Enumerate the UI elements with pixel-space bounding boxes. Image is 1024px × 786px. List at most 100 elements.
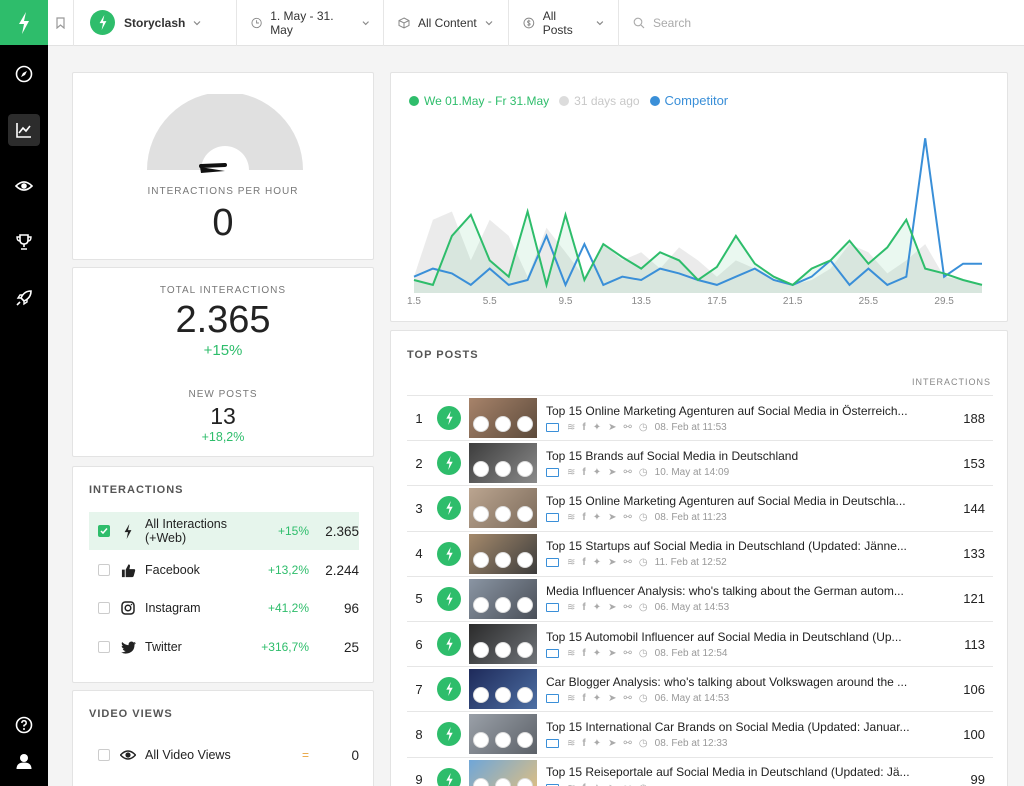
clock-icon: ◷: [638, 557, 648, 569]
analytics-icon[interactable]: [8, 114, 40, 146]
post-title[interactable]: Top 15 Brands auf Social Media in Deutsc…: [546, 449, 916, 463]
bolt-badge-icon: [437, 496, 461, 521]
rss-icon: ≋: [567, 602, 576, 614]
interaction-name: Instagram: [145, 601, 201, 615]
top-post-row[interactable]: 3 Top 15 Online Marketing Agenturen auf S…: [407, 485, 993, 530]
post-title[interactable]: Media Influencer Analysis: who's talking…: [546, 584, 916, 598]
post-title[interactable]: Top 15 Reiseportale auf Social Media in …: [546, 765, 916, 779]
clock-icon: ◷: [638, 466, 648, 478]
interactions-title: INTERACTIONS: [89, 484, 184, 496]
clock-icon: [251, 17, 262, 28]
search-input[interactable]: Search: [619, 0, 1024, 46]
interaction-value: 2.244: [325, 562, 359, 578]
rss-icon: ≋: [567, 421, 576, 433]
post-thumbnail[interactable]: [469, 759, 537, 786]
interaction-row-instagram[interactable]: Instagram +41,2% 96: [89, 589, 359, 627]
post-rank: 4: [415, 546, 423, 562]
x-tick-label: 25.5: [859, 296, 879, 307]
top-post-row[interactable]: 9 Top 15 Reiseportale auf Social Media in…: [407, 756, 993, 786]
send-icon: ➤: [608, 737, 617, 749]
help-icon[interactable]: [8, 709, 40, 741]
top-post-row[interactable]: 6 Top 15 Automobil Influencer auf Social …: [407, 621, 993, 666]
brand-selector[interactable]: Storyclash: [74, 0, 237, 46]
interaction-name: All Interactions (+Web): [145, 517, 227, 545]
post-thumbnail[interactable]: [469, 488, 537, 529]
interaction-value: 2.365: [325, 523, 359, 539]
post-title[interactable]: Top 15 Startups auf Social Media in Deut…: [546, 539, 916, 553]
top-post-row[interactable]: 2 Top 15 Brands auf Social Media in Deuts…: [407, 440, 993, 485]
post-thumbnail[interactable]: [469, 578, 537, 619]
storyclash-logo[interactable]: [0, 0, 48, 45]
post-thumbnail[interactable]: [469, 624, 537, 664]
video-row-all[interactable]: All Video Views = 0: [89, 736, 359, 774]
eye-icon[interactable]: [8, 170, 40, 202]
bookmark-icon[interactable]: [48, 0, 74, 46]
twitter-icon: ✦: [592, 511, 602, 523]
post-date: 10. May at 14:09: [654, 466, 730, 478]
link-icon: ⚯: [623, 602, 632, 614]
top-post-row[interactable]: 8 Top 15 International Car Brands on Soci…: [407, 711, 993, 756]
post-thumbnail[interactable]: [469, 443, 537, 484]
post-thumbnail[interactable]: [469, 398, 537, 438]
x-tick-label: 1.5: [407, 296, 421, 307]
video-value: 0: [351, 747, 359, 763]
chevron-down-icon: [362, 20, 369, 25]
post-title[interactable]: Top 15 International Car Brands on Socia…: [546, 720, 916, 734]
interaction-row-twitter[interactable]: Twitter +316,7% 25: [89, 628, 359, 666]
checkbox[interactable]: [98, 525, 110, 537]
twitter-icon: ✦: [592, 557, 602, 569]
post-type-icon: [546, 603, 559, 613]
post-meta: ≋ f ✦ ➤ ⚯ ◷ 08. Feb at 12:33: [546, 738, 916, 749]
interaction-row-all[interactable]: All Interactions (+Web) +15% 2.365: [89, 512, 359, 550]
gauge-label: INTERACTIONS PER HOUR: [147, 186, 299, 197]
facebook-icon: f: [582, 466, 586, 478]
send-icon: ➤: [608, 421, 617, 433]
post-meta: ≋ f ✦ ➤ ⚯ ◷ 11. Feb at 12:52: [546, 557, 916, 568]
post-thumbnail[interactable]: [469, 533, 537, 574]
facebook-icon: f: [582, 602, 586, 614]
post-rank: 8: [415, 726, 423, 742]
post-interactions: 188: [963, 410, 985, 426]
date-range-selector[interactable]: 1. May - 31. May: [237, 0, 384, 46]
rss-icon: ≋: [567, 557, 576, 569]
content-filter[interactable]: All Content: [384, 0, 509, 46]
facebook-icon: f: [582, 557, 586, 569]
new-posts-label: NEW POSTS: [188, 389, 258, 400]
posts-filter[interactable]: All Posts: [509, 0, 619, 46]
interaction-row-facebook[interactable]: Facebook +13,2% 2.244: [89, 551, 359, 589]
post-title[interactable]: Car Blogger Analysis: who's talking abou…: [546, 675, 916, 689]
interactions-card: INTERACTIONS All Interactions (+Web) +15…: [72, 466, 374, 683]
post-meta: ≋ f ✦ ➤ ⚯ ◷ 10. May at 14:09: [546, 467, 916, 478]
rocket-icon[interactable]: [8, 282, 40, 314]
top-post-row[interactable]: 1 Top 15 Online Marketing Agenturen auf S…: [407, 395, 993, 440]
chevron-down-icon: [193, 20, 201, 25]
post-title[interactable]: Top 15 Online Marketing Agenturen auf So…: [546, 404, 916, 418]
gauge: [147, 94, 303, 173]
top-post-row[interactable]: 4 Top 15 Startups auf Social Media in Deu…: [407, 530, 993, 576]
top-post-row[interactable]: 7 Car Blogger Analysis: who's talking abo…: [407, 666, 993, 711]
post-title[interactable]: Top 15 Automobil Influencer auf Social M…: [546, 630, 916, 644]
post-rank: 9: [415, 772, 423, 786]
clock-icon: ◷: [638, 421, 648, 433]
twitter-icon: ✦: [592, 737, 602, 749]
post-title[interactable]: Top 15 Online Marketing Agenturen auf So…: [546, 494, 916, 508]
post-type-icon: [546, 512, 559, 522]
checkbox[interactable]: [98, 564, 110, 576]
bolt-badge-icon: [437, 722, 461, 747]
post-date: 08. Feb at 12:33: [654, 737, 728, 749]
checkbox[interactable]: [98, 641, 110, 653]
posts-filter-label: All Posts: [542, 8, 573, 37]
post-thumbnail[interactable]: [469, 669, 537, 710]
checkbox[interactable]: [98, 749, 110, 761]
rss-icon: ≋: [567, 647, 576, 659]
twitter-icon: ✦: [592, 602, 602, 614]
brand-logo-icon: [90, 10, 115, 35]
trophy-icon[interactable]: [8, 226, 40, 258]
post-type-icon: [546, 422, 559, 432]
top-post-row[interactable]: 5 Media Influencer Analysis: who's talkin…: [407, 575, 993, 621]
compass-icon[interactable]: [8, 58, 40, 90]
post-thumbnail[interactable]: [469, 714, 537, 755]
checkbox[interactable]: [98, 602, 110, 614]
user-icon[interactable]: [8, 745, 40, 777]
bolt-badge-icon: [437, 632, 461, 656]
